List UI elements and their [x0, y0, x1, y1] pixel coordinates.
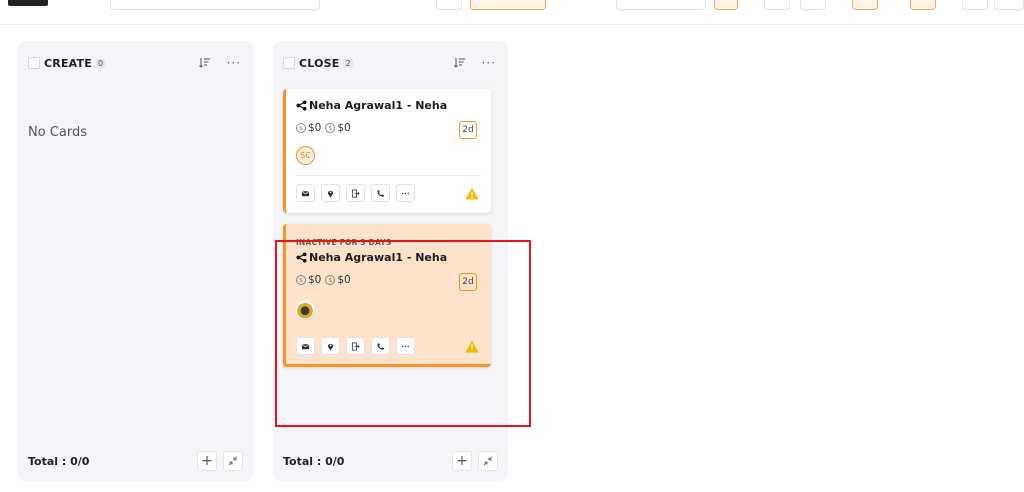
add-card-button[interactable]: + [197, 451, 217, 471]
filter-button[interactable] [470, 0, 546, 10]
amount-value: $0 [308, 122, 322, 134]
column-title: CLOSE [299, 56, 340, 70]
page-title-fragment [8, 0, 48, 6]
warning-icon [465, 187, 479, 200]
phone-icon [377, 189, 384, 197]
more-options-icon[interactable]: ··· [227, 57, 241, 69]
column-count-badge: 2 [343, 58, 353, 68]
column-select-checkbox[interactable] [28, 57, 40, 69]
column-total: Total : 0/0 [283, 454, 345, 468]
coin-icon: $ [296, 123, 306, 133]
column-footer: Total : 0/0 + [28, 449, 243, 473]
column-total: Total : 0/0 [28, 454, 90, 468]
toolbar-button[interactable] [852, 0, 878, 10]
plus-icon: + [456, 453, 468, 469]
share-icon [296, 100, 307, 111]
coin-icon: $ [325, 123, 336, 133]
sort-icon[interactable] [453, 57, 466, 69]
column-create: CREATE 0 ··· No Cards Total : 0/0 + [18, 41, 253, 481]
email-icon [301, 190, 310, 196]
collapse-column-button[interactable] [223, 451, 243, 471]
search-input[interactable] [110, 0, 320, 10]
toolbar-button[interactable] [800, 0, 826, 10]
amount-value: $0 [337, 122, 351, 134]
email-button[interactable] [296, 184, 315, 202]
kanban-board: CREATE 0 ··· No Cards Total : 0/0 + CLOS [0, 26, 1024, 492]
location-button[interactable] [321, 184, 340, 202]
column-count-badge: 0 [95, 58, 106, 68]
more-options-icon[interactable]: ··· [482, 57, 496, 69]
column-footer: Total : 0/0 + [283, 449, 498, 473]
toolbar-button[interactable] [994, 0, 1024, 10]
plus-icon: + [201, 453, 213, 469]
card-actions [296, 184, 421, 202]
collapse-icon [483, 456, 493, 466]
card-title[interactable]: Neha Agrawal1 - Neha [296, 99, 447, 112]
column-header: CLOSE 2 ··· [283, 54, 498, 72]
collapse-icon [228, 456, 238, 466]
toolbar-divider [0, 24, 1024, 25]
add-card-button[interactable]: + [452, 451, 472, 471]
checkin-button[interactable] [346, 184, 365, 202]
checkin-icon [351, 188, 360, 198]
toolbar-button[interactable] [764, 0, 790, 10]
empty-state-text: No Cards [28, 125, 87, 140]
column-header: CREATE 0 ··· [28, 54, 243, 72]
card-amounts: $ $0 $ $0 [296, 122, 355, 134]
top-toolbar [0, 0, 1024, 25]
card-divider [296, 175, 481, 176]
location-pin-icon [327, 190, 334, 198]
column-title: CREATE [44, 56, 92, 70]
toolbar-button[interactable] [436, 0, 462, 10]
call-button[interactable] [371, 184, 390, 202]
view-select[interactable] [616, 0, 706, 10]
more-actions-button[interactable] [396, 184, 415, 202]
toolbar-button[interactable] [714, 0, 738, 10]
more-icon [402, 192, 409, 194]
toolbar-button[interactable] [910, 0, 936, 10]
collapse-column-button[interactable] [478, 451, 498, 471]
avatar[interactable]: SC [296, 146, 315, 165]
sort-icon[interactable] [198, 57, 211, 69]
card-name-text: Neha Agrawal1 - Neha [309, 99, 448, 112]
highlight-box [275, 240, 531, 427]
column-select-checkbox[interactable] [283, 57, 295, 69]
age-badge: 2d [459, 121, 477, 139]
toolbar-button[interactable] [962, 0, 988, 10]
deal-card[interactable]: Neha Agrawal1 - Neha $ $0 $ $0 2d SC [283, 89, 491, 213]
